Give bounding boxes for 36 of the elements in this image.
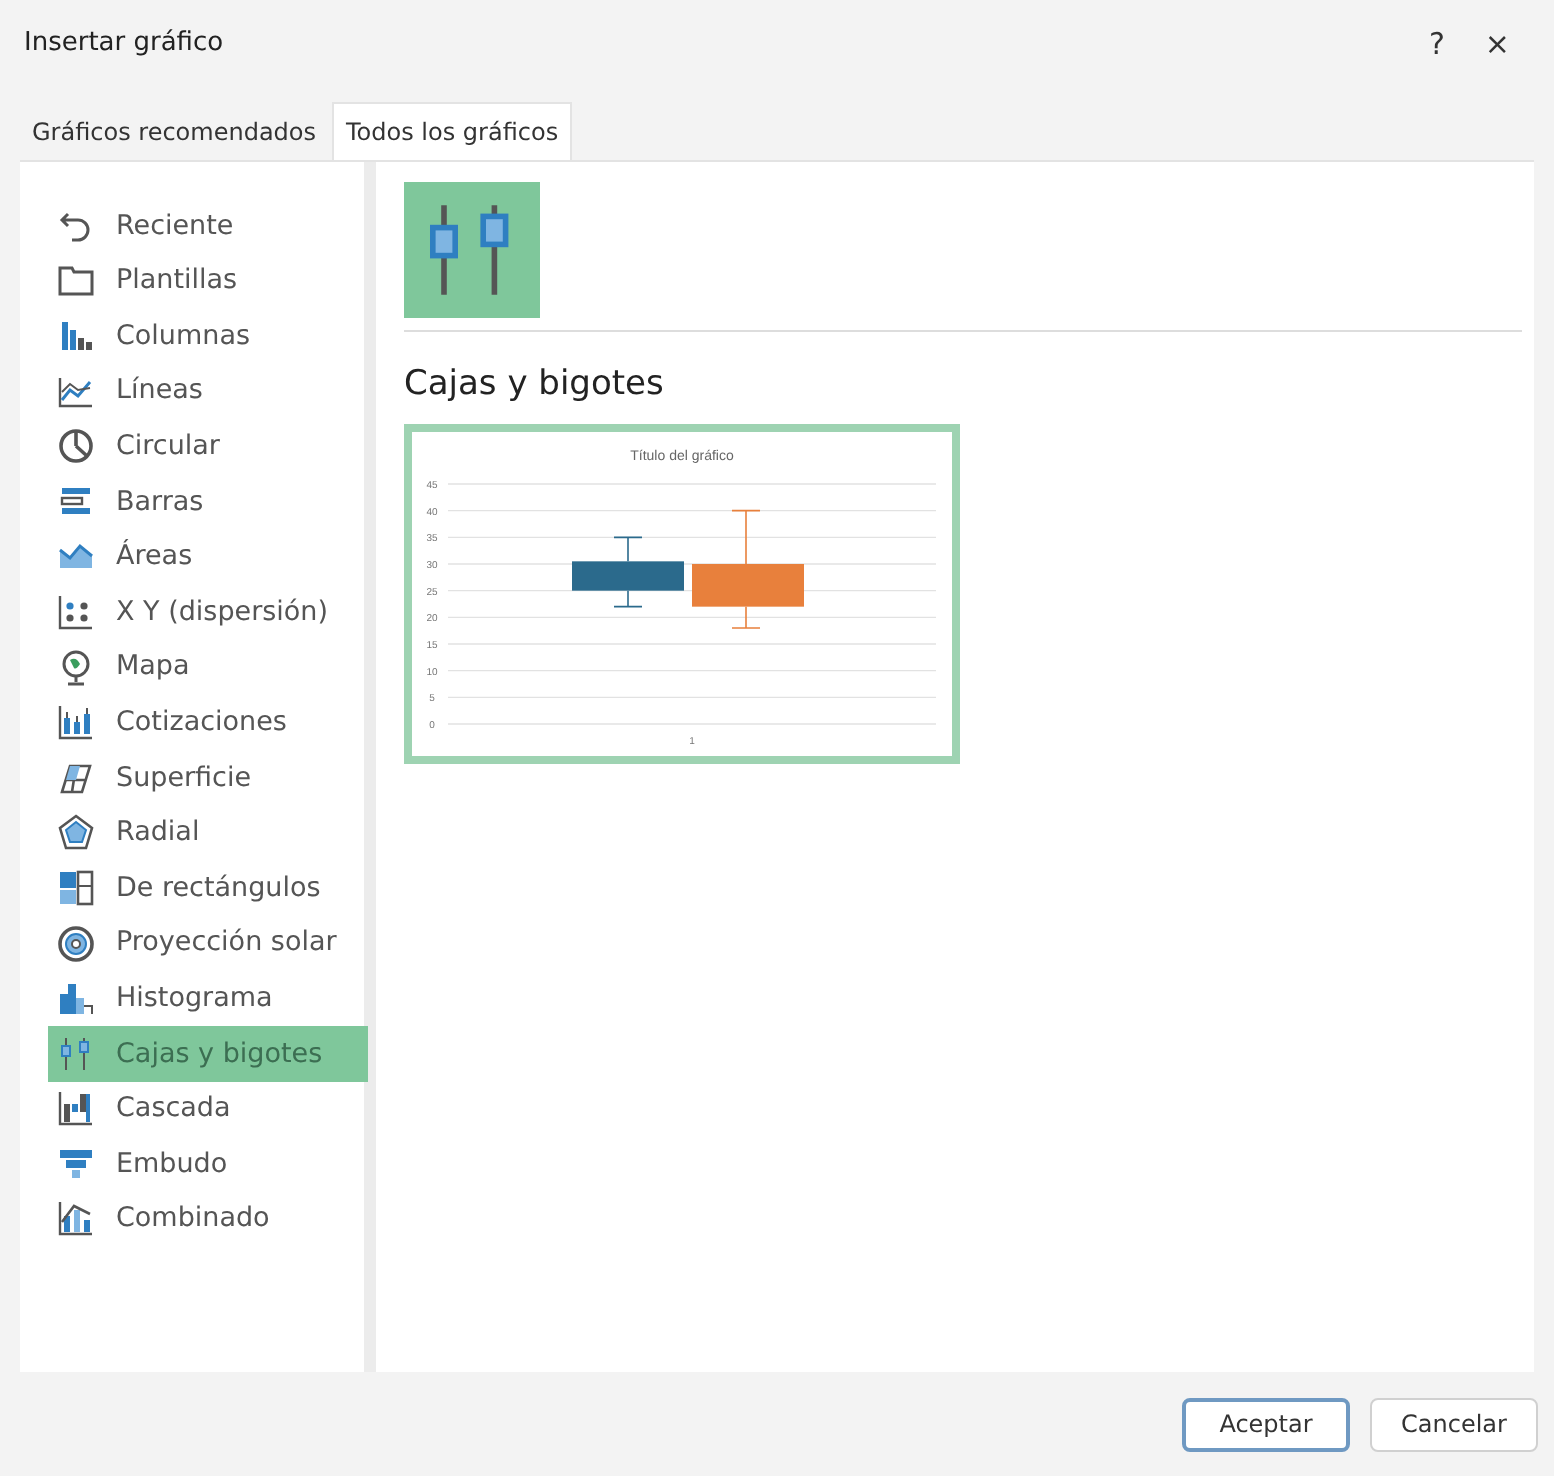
sidebar-item[interactable]: Áreas bbox=[48, 529, 368, 585]
help-button[interactable]: ? bbox=[1408, 21, 1465, 67]
window-title: Insertar gráfico bbox=[24, 26, 224, 63]
sidebar-item[interactable]: De rectángulos bbox=[48, 860, 368, 916]
sidebar-item[interactable]: Reciente bbox=[48, 198, 368, 254]
sidebar-item[interactable]: Plantillas bbox=[48, 253, 368, 309]
close-button[interactable]: × bbox=[1464, 21, 1530, 67]
sidebar-item[interactable]: Proyección solar bbox=[48, 915, 368, 971]
sidebar-item[interactable]: Superficie bbox=[48, 749, 368, 806]
sidebar-item[interactable]: Embudo bbox=[48, 1136, 368, 1192]
sidebar-item[interactable]: Columnas bbox=[48, 308, 368, 364]
sidebar-item[interactable]: Cotizaciones bbox=[48, 694, 368, 750]
sidebar-item[interactable]: Radial bbox=[48, 805, 368, 861]
chart-type-heading: Cajas y bigotes bbox=[404, 362, 666, 408]
sunburst-icon bbox=[56, 923, 96, 964]
treemap-icon bbox=[56, 867, 96, 908]
tab[interactable]: Todos los gráficos bbox=[332, 102, 573, 160]
combo-chart-icon bbox=[56, 1198, 96, 1239]
pie-chart-icon bbox=[56, 426, 96, 467]
sidebar-item[interactable]: Líneas bbox=[48, 363, 368, 419]
scatter-chart-icon bbox=[56, 591, 96, 632]
histogram-icon bbox=[56, 978, 96, 1019]
sidebar-item[interactable]: Mapa bbox=[48, 639, 368, 695]
chart-subtype-button[interactable] bbox=[404, 182, 540, 318]
sidebar-item[interactable]: Circular bbox=[48, 418, 368, 474]
sidebar-item[interactable]: Cascada bbox=[48, 1081, 368, 1137]
cancel-button[interactable]: Cancelar bbox=[1370, 1397, 1538, 1451]
sidebar-item[interactable]: Histograma bbox=[48, 970, 368, 1026]
stock-chart-icon bbox=[56, 702, 96, 743]
sidebar-item[interactable]: Barras bbox=[48, 473, 368, 530]
radar-chart-icon bbox=[56, 812, 96, 853]
ok-button[interactable]: Aceptar bbox=[1182, 1397, 1350, 1451]
sidebar-item[interactable]: Combinado bbox=[48, 1191, 368, 1247]
sidebar-item[interactable]: X Y (dispersión) bbox=[48, 584, 368, 640]
waterfall-chart-icon bbox=[56, 1088, 96, 1129]
tab[interactable]: Gráficos recomendados bbox=[20, 104, 329, 160]
